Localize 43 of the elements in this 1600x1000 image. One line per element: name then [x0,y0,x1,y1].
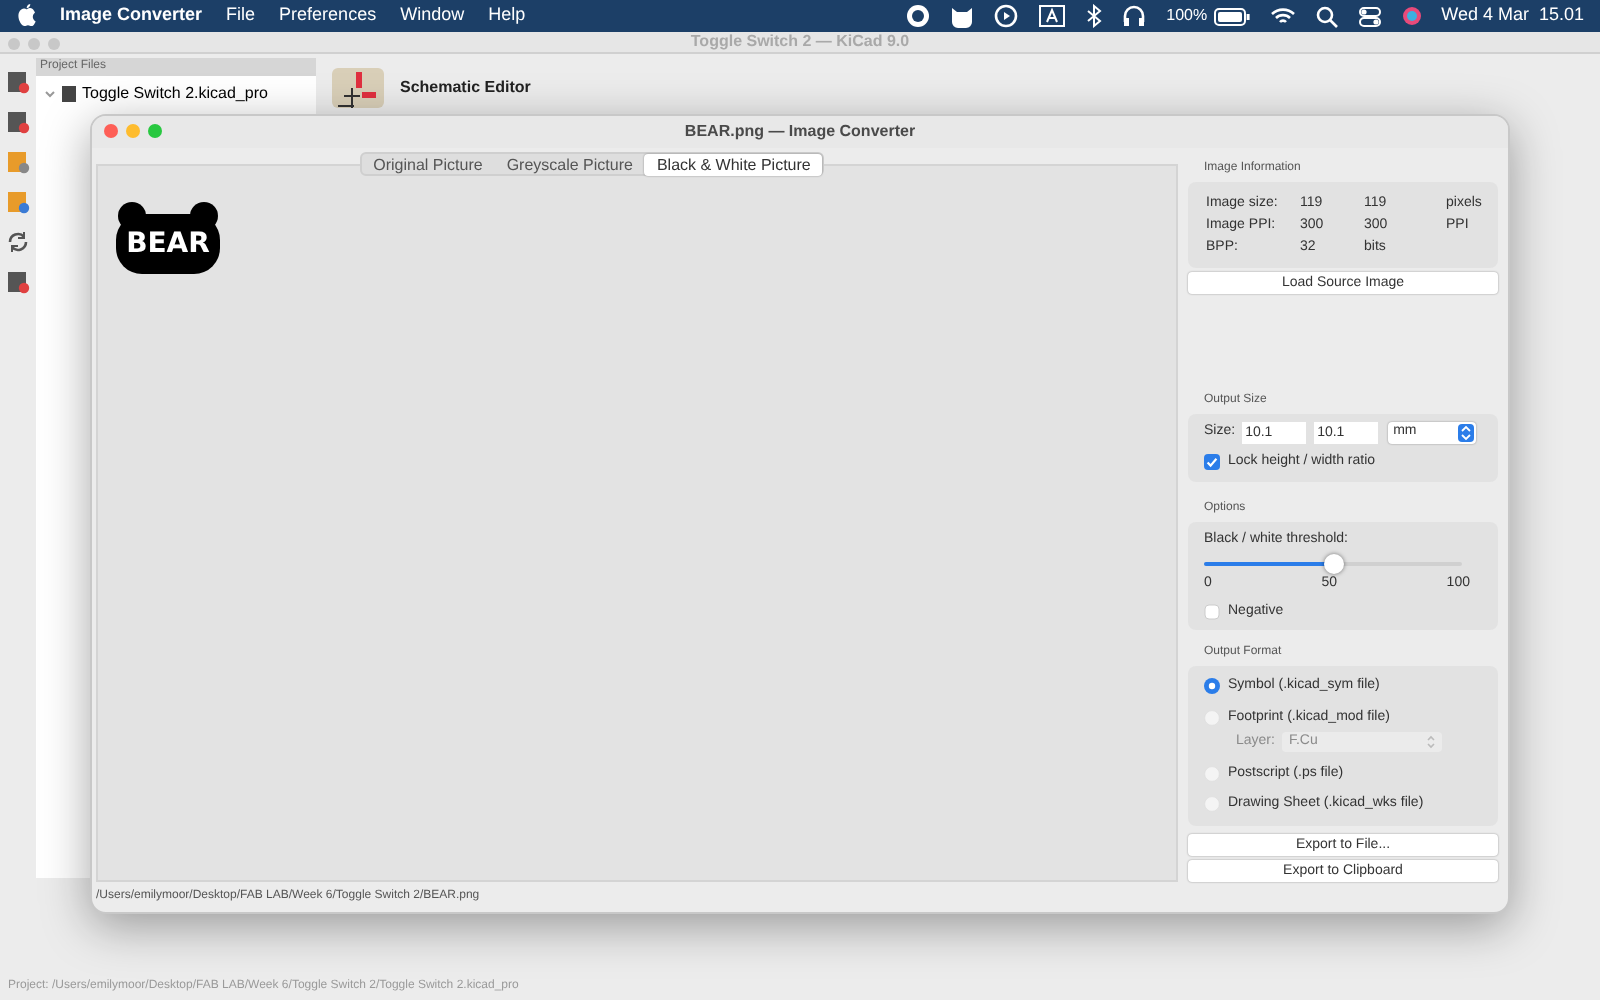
tab[interactable]: Black & White Picture [644,154,823,176]
headphones-icon[interactable] [1122,4,1147,28]
disclosure-icon[interactable] [44,87,56,99]
input-source-icon[interactable] [1038,4,1067,28]
status-icon[interactable] [906,4,931,28]
open-project-icon[interactable] [6,110,30,134]
slider-thumb[interactable] [1323,554,1343,574]
schematic-editor-icon[interactable] [332,68,384,108]
tab[interactable]: Greyscale Picture [494,154,645,176]
search-icon[interactable] [1315,5,1338,27]
tab[interactable]: Original Picture [361,154,495,176]
logo-text: BEAR [124,228,212,260]
menu-item[interactable]: Preferences [279,2,377,30]
tree-item[interactable]: Toggle Switch 2.kicad_pro [82,81,268,105]
app-menu[interactable]: Image Converter [60,2,203,30]
menu-item[interactable]: Window [400,2,465,30]
checkbox[interactable] [1204,454,1220,471]
window-title: BEAR.png — Image Converter [684,120,916,144]
new-project-icon[interactable] [6,70,30,94]
file-icon [62,85,76,101]
menu-item[interactable]: Help [488,2,526,30]
radio-button[interactable] [1204,678,1220,695]
control-center-icon[interactable] [1357,5,1382,27]
window-title: Toggle Switch 2 — KiCad 9.0 [690,30,910,54]
battery-icon[interactable] [1213,7,1250,25]
refresh-icon[interactable] [6,230,30,254]
unarchive-icon[interactable] [6,190,30,214]
bear-logo-drawing [116,200,220,274]
play-icon[interactable] [994,4,1019,28]
archive-icon[interactable] [6,150,30,174]
bluetooth-icon[interactable] [1086,4,1103,28]
battery-percentage: 100% [1166,4,1208,28]
wifi-icon[interactable] [1269,6,1296,26]
checkbox[interactable] [1204,603,1220,620]
menu-bar-date: Wed 4 Mar [1441,2,1529,29]
menu-item[interactable]: File [226,2,256,30]
menu-bar-clock: 15.01 [1538,2,1584,29]
siri-icon[interactable] [1401,6,1422,26]
cat-icon[interactable] [950,4,975,28]
close-project-icon[interactable] [6,270,30,294]
close-icon[interactable] [104,124,118,138]
launcher-title[interactable]: Schematic Editor [400,78,531,98]
apple-menu-icon[interactable] [16,4,36,28]
